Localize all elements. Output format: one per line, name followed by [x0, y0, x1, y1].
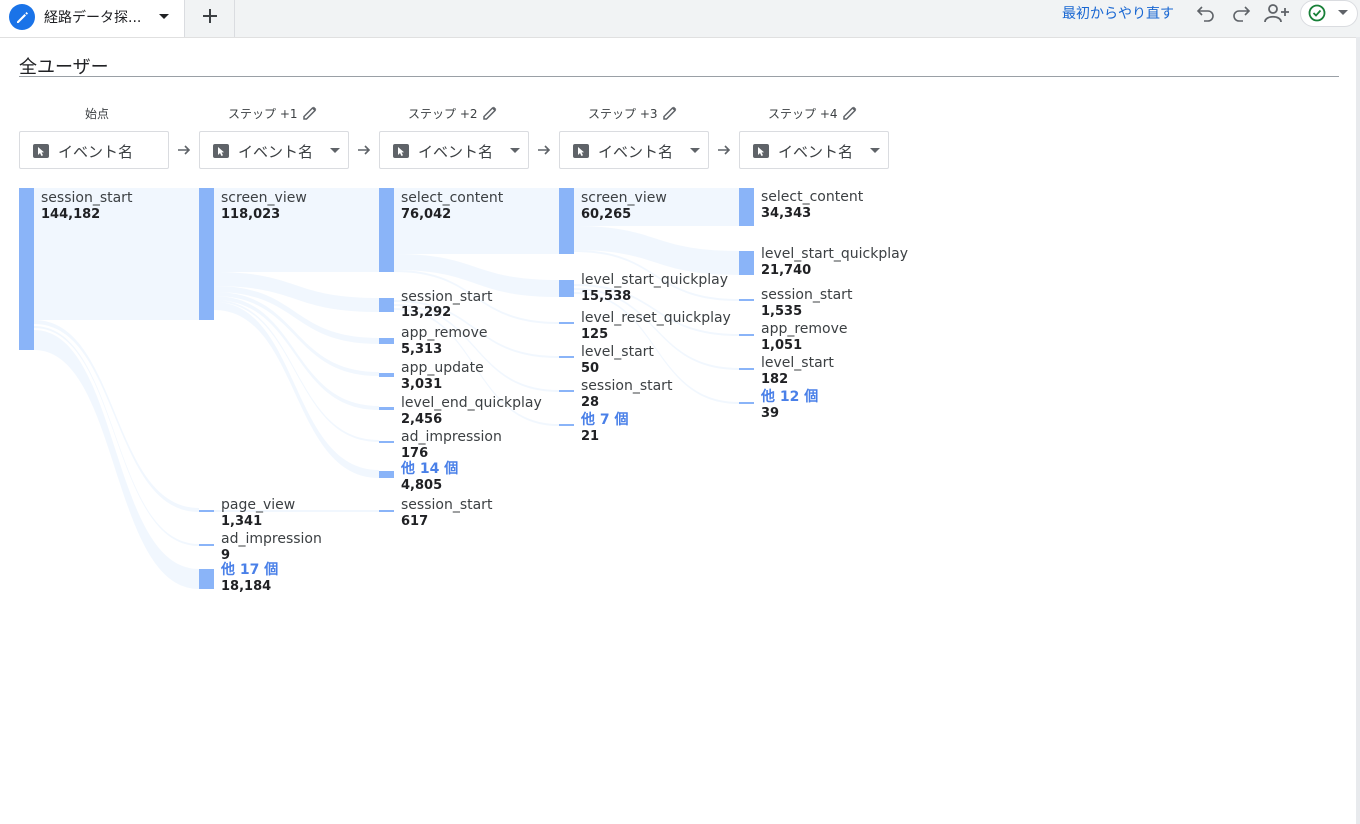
node-name[interactable]: app_remove: [761, 321, 848, 337]
node-count: 21,740: [761, 263, 812, 278]
node-bar[interactable]: [199, 188, 214, 320]
node-count: 118,023: [221, 207, 281, 222]
node-count: 617: [401, 514, 429, 529]
node-name[interactable]: level_end_quickplay: [401, 395, 542, 411]
node-name[interactable]: session_start: [761, 287, 852, 303]
node-name[interactable]: level_start: [761, 355, 834, 371]
node-count: 176: [401, 446, 429, 461]
node-name[interactable]: session_start: [401, 497, 492, 513]
node-bar[interactable]: [379, 471, 394, 478]
more-nodes-link[interactable]: 他 12 個: [761, 389, 818, 405]
node-bar[interactable]: [559, 424, 574, 426]
node-count: 76,042: [401, 207, 452, 222]
node-bar[interactable]: [739, 188, 754, 226]
node-bar[interactable]: [559, 356, 574, 358]
node-name[interactable]: app_remove: [401, 325, 488, 341]
node-bar[interactable]: [739, 368, 754, 370]
node-bar[interactable]: [379, 407, 394, 410]
node-bar[interactable]: [559, 390, 574, 392]
path-flows: [34, 188, 739, 589]
node-bar[interactable]: [739, 299, 754, 301]
more-nodes-link[interactable]: 他 17 個: [221, 562, 278, 578]
flow-link: [34, 326, 199, 546]
node-bar[interactable]: [379, 373, 394, 377]
node-count: 4,805: [401, 478, 443, 493]
node-bar[interactable]: [739, 251, 754, 275]
more-nodes-link[interactable]: 他 7 個: [581, 412, 629, 428]
node-bar[interactable]: [739, 402, 754, 404]
node-bar[interactable]: [559, 322, 574, 324]
node-count: 1,051: [761, 338, 803, 353]
node-name[interactable]: session_start: [581, 378, 672, 394]
node-count: 144,182: [41, 207, 101, 222]
node-name[interactable]: level_reset_quickplay: [581, 310, 731, 326]
node-count: 1,535: [761, 304, 803, 319]
node-name[interactable]: level_start_quickplay: [581, 272, 728, 288]
node-name[interactable]: screen_view: [581, 190, 667, 206]
node-bar[interactable]: [379, 298, 394, 312]
node-count: 13,292: [401, 305, 452, 320]
node-name[interactable]: session_start: [401, 289, 492, 305]
node-bar[interactable]: [379, 188, 394, 272]
node-count: 3,031: [401, 377, 443, 392]
node-bar[interactable]: [379, 338, 394, 344]
node-bar[interactable]: [559, 188, 574, 254]
node-name[interactable]: ad_impression: [221, 531, 322, 547]
node-bar[interactable]: [199, 510, 214, 512]
node-bar[interactable]: [199, 544, 214, 546]
node-name[interactable]: select_content: [761, 189, 863, 205]
node-count: 1,341: [221, 514, 263, 529]
node-name[interactable]: level_start: [581, 344, 654, 360]
node-bar[interactable]: [199, 569, 214, 589]
node-bar[interactable]: [379, 441, 394, 443]
flow-link: [34, 330, 199, 589]
node-count: 5,313: [401, 342, 443, 357]
node-count: 50: [581, 361, 600, 376]
node-count: 2,456: [401, 412, 443, 427]
node-count: 39: [761, 406, 780, 421]
node-bar[interactable]: [559, 280, 574, 297]
more-nodes-link[interactable]: 他 14 個: [401, 461, 458, 477]
node-count: 18,184: [221, 579, 272, 594]
node-count: 34,343: [761, 206, 812, 221]
flow-link: [574, 226, 739, 275]
node-count: 9: [221, 548, 231, 563]
node-bar[interactable]: [379, 510, 394, 512]
node-count: 125: [581, 327, 609, 342]
node-name[interactable]: session_start: [41, 190, 132, 206]
node-name[interactable]: screen_view: [221, 190, 307, 206]
node-count: 182: [761, 372, 789, 387]
node-name[interactable]: select_content: [401, 190, 503, 206]
node-bar[interactable]: [19, 188, 34, 350]
node-bar[interactable]: [739, 334, 754, 336]
node-count: 60,265: [581, 207, 632, 222]
flow-link: [214, 302, 379, 478]
node-count: 28: [581, 395, 600, 410]
node-name[interactable]: level_start_quickplay: [761, 246, 908, 262]
node-count: 21: [581, 429, 600, 444]
node-name[interactable]: app_update: [401, 360, 484, 376]
node-count: 15,538: [581, 289, 632, 304]
node-name[interactable]: ad_impression: [401, 429, 502, 445]
node-name[interactable]: page_view: [221, 497, 295, 513]
